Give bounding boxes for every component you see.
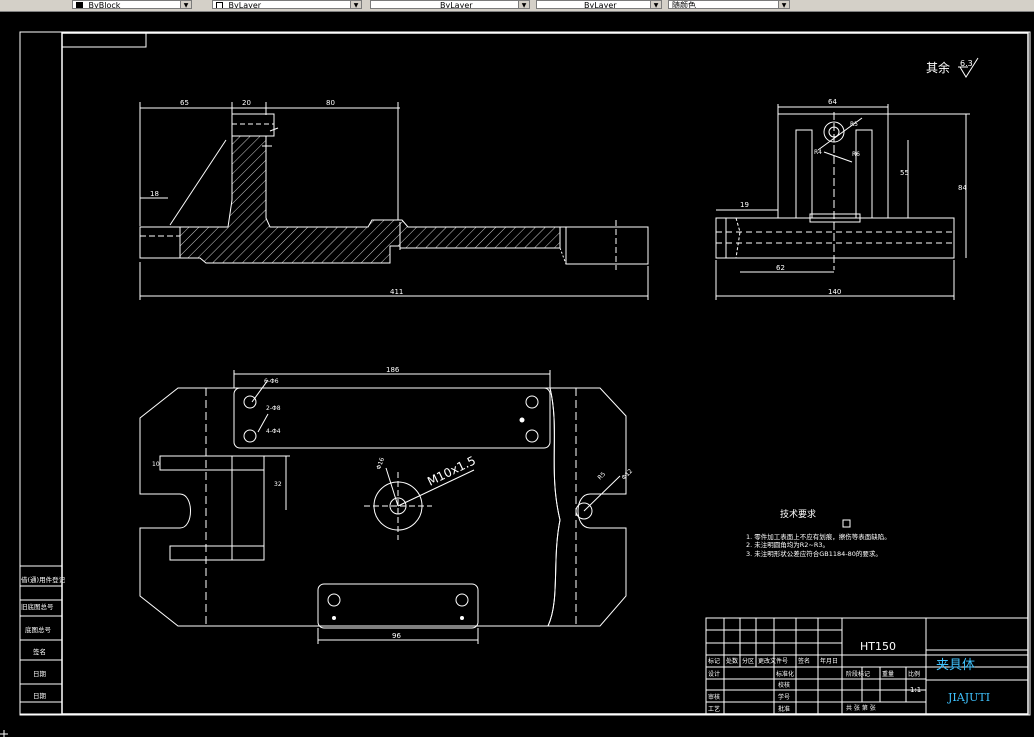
plan-label-holes-b: 2-Φ8	[266, 405, 281, 412]
title-standard: 标准化	[776, 670, 794, 678]
title-check: 校核	[778, 681, 790, 689]
lineweight-dropdown[interactable]: ByLayer ▼	[536, 0, 662, 9]
color-swatch-icon	[76, 2, 83, 8]
front-view	[139, 102, 649, 300]
plan-dim-left-b: 32	[274, 481, 282, 488]
layer-value: ByLayer	[228, 1, 262, 9]
lineweight-value: ByLayer	[584, 1, 617, 9]
front-dim-top-right: 80	[326, 99, 335, 107]
plan-slot-r: R5	[596, 471, 607, 482]
title-row-sign: 签名	[798, 657, 810, 665]
plan-dim-bottom: 96	[392, 632, 401, 640]
title-approve: 批准	[778, 705, 790, 713]
side-dim-left: 19	[740, 201, 749, 209]
plan-slot-w: Φ12	[620, 468, 634, 482]
crosshair-cursor-icon	[0, 730, 8, 737]
side-table-date-1: 日期	[33, 670, 47, 678]
side-hole-label-a: R4	[814, 149, 822, 156]
plan-thread-dia: Φ16	[375, 457, 386, 471]
side-dim-bottom-inner: 62	[776, 264, 785, 272]
side-hole-label-b: R5	[850, 121, 858, 128]
front-dim-top-mid: 20	[242, 99, 251, 107]
notes-line-1: 1. 零件加工表面上不应有划痕，擦伤等表面缺陷。	[746, 532, 891, 541]
title-row-change: 更改文件号	[758, 657, 788, 665]
front-dim-top-left: 65	[180, 99, 189, 107]
side-view	[715, 104, 970, 300]
title-weight: 重量	[882, 670, 894, 678]
color-value: ByBlock	[88, 1, 121, 9]
title-row-zone: 分区	[742, 657, 754, 665]
chevron-down-icon[interactable]: ▼	[778, 1, 789, 8]
linetype-dropdown[interactable]: ByLayer ▼	[370, 0, 530, 9]
corner-tab	[61, 32, 147, 48]
plan-view	[139, 370, 627, 644]
cad-drawing: 其余 6.3 65 20 80 18 411 64 55 84 19 62 14…	[0, 31, 1031, 737]
title-material: HT150	[860, 640, 896, 653]
notes-title: 技术要求	[780, 508, 816, 520]
notes-line-2: 2. 未注明圆角均为R2~R3。	[746, 540, 829, 549]
title-process: 工艺	[708, 705, 720, 713]
properties-toolbar: ByBlock ▼ ByLayer ▼ ByLayer ▼ ByLayer ▼ …	[0, 0, 1034, 12]
side-dim-top: 64	[828, 98, 837, 106]
plan-label-holes-a: 6-Φ6	[264, 378, 279, 385]
side-table-old: 旧底图总号	[21, 602, 54, 611]
side-dim-overall: 140	[828, 288, 841, 296]
title-stage: 阶段标记	[846, 670, 870, 678]
layer-icon	[216, 2, 223, 8]
title-row-mark: 标记	[708, 657, 720, 665]
front-dim-overall: 411	[390, 288, 403, 296]
roughness-note: 其余	[926, 60, 950, 75]
notes-marker-box	[842, 519, 851, 528]
linetype-value: ByLayer	[440, 1, 473, 9]
drawing-canvas[interactable]: 其余 6.3 65 20 80 18 411 64 55 84 19 62 14…	[0, 12, 1034, 737]
front-dim-side: 18	[150, 190, 159, 198]
title-row-count: 处数	[726, 657, 738, 665]
side-table-sign: 签名	[33, 647, 46, 656]
title-sign: 学号	[778, 693, 790, 701]
side-dim-outer-height: 84	[958, 184, 967, 192]
title-sheets: 共 张 第 张	[846, 704, 876, 712]
plan-dim-left-a: 10	[152, 461, 160, 468]
roughness-value: 6.3	[960, 59, 973, 68]
side-table-reg: 借(通)用件登记	[21, 575, 66, 584]
plotstyle-dropdown[interactable]: 随颜色 ▼	[668, 0, 790, 9]
title-row-date: 年月日	[820, 657, 838, 665]
chevron-down-icon[interactable]: ▼	[350, 1, 361, 8]
side-table-base: 底图总号	[25, 625, 52, 634]
plan-label-holes-c: 4-Φ4	[266, 428, 281, 435]
plan-thread-label: M10x1.5	[425, 453, 478, 488]
title-ratio: 比例	[908, 670, 920, 678]
plan-dim-top: 186	[386, 366, 400, 374]
title-part-name: 夹具体	[936, 658, 975, 673]
title-scale: 1:1	[910, 686, 921, 694]
side-hole-label-c: R6	[852, 151, 860, 158]
color-dropdown[interactable]: ByBlock ▼	[72, 0, 192, 9]
layer-dropdown[interactable]: ByLayer ▼	[212, 0, 362, 9]
title-drawing-no: JIAJUTI	[947, 691, 990, 704]
title-designer: 设计	[708, 670, 720, 678]
chevron-down-icon[interactable]: ▼	[650, 1, 661, 8]
side-table-date-2: 日期	[33, 692, 47, 700]
notes-line-3: 3. 未注明形状公差应符合GB1184-80的要求。	[746, 549, 882, 558]
title-review: 审核	[708, 693, 720, 701]
plotstyle-value: 随颜色	[672, 1, 696, 9]
side-dim-inner-height: 55	[900, 169, 909, 177]
chevron-down-icon[interactable]: ▼	[180, 1, 191, 8]
chevron-down-icon[interactable]: ▼	[518, 1, 529, 8]
